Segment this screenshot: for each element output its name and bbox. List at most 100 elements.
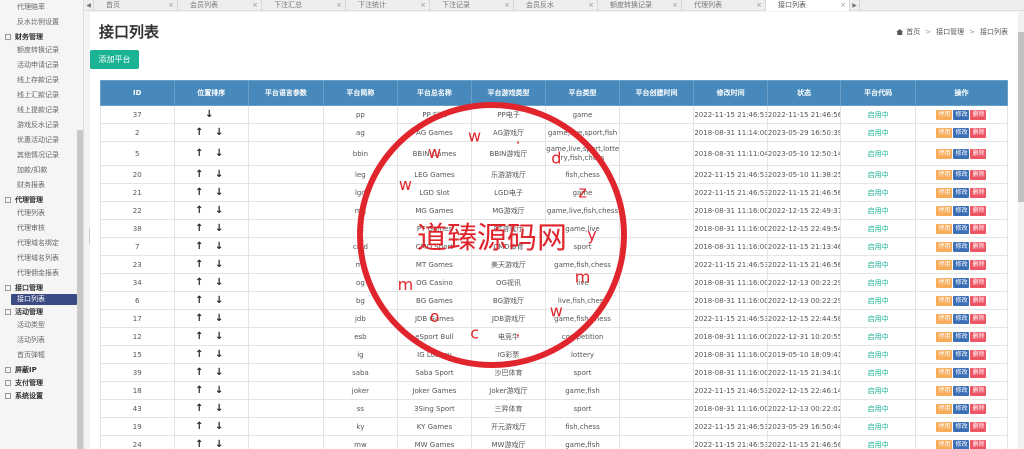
stop-button[interactable]: 停用 (936, 109, 953, 120)
delete-button[interactable]: 删除 (970, 205, 987, 216)
delete-button[interactable]: 删除 (970, 109, 987, 120)
tab-scroll-right-button[interactable]: ▶ (850, 0, 860, 11)
sidebar-item[interactable]: 代理赔率 (0, 0, 83, 15)
tab-close-icon[interactable]: × (504, 0, 510, 11)
sidebar-item[interactable]: 其他情况记录 (0, 148, 83, 163)
cell-sort[interactable]: ↑ ↓ (173, 399, 250, 418)
stop-button[interactable]: 停用 (936, 403, 953, 414)
tab-close-icon[interactable]: × (840, 0, 846, 11)
sidebar-item[interactable]: 额度转换记录 (0, 43, 83, 58)
tab-close-icon[interactable]: × (168, 0, 174, 11)
delete-button[interactable]: 删除 (970, 421, 987, 432)
edit-button[interactable]: 修改 (953, 109, 970, 120)
delete-button[interactable]: 删除 (970, 277, 987, 288)
sidebar-item[interactable]: 接口列表 (11, 294, 77, 305)
column-header[interactable]: 平台代码 (840, 80, 916, 106)
delete-button[interactable]: 删除 (970, 403, 987, 414)
tab[interactable]: 首页 × (94, 0, 178, 11)
tab[interactable]: 接口列表 × (766, 0, 850, 11)
tab-close-icon[interactable]: × (672, 0, 678, 11)
cell-sort[interactable]: ↑ ↓ (173, 291, 250, 310)
column-header[interactable]: 操作 (914, 80, 1009, 106)
cell-sort[interactable]: ↑ ↓ (173, 327, 250, 346)
cell-sort[interactable]: ↑ ↓ (173, 435, 250, 449)
delete-button[interactable]: 删除 (970, 367, 987, 378)
tab-close-icon[interactable]: × (588, 0, 594, 11)
delete-button[interactable]: 删除 (970, 295, 987, 306)
edit-button[interactable]: 修改 (953, 295, 970, 306)
stop-button[interactable]: 停用 (936, 313, 953, 324)
stop-button[interactable]: 停用 (936, 148, 953, 159)
edit-button[interactable]: 修改 (953, 241, 970, 252)
sidebar-group[interactable]: 接口管理 (0, 281, 83, 294)
tab[interactable]: 会员列表 × (178, 0, 262, 11)
tab-close-icon[interactable]: × (336, 0, 342, 11)
column-header[interactable]: 状态 (766, 80, 842, 106)
cell-sort[interactable]: ↑ ↓ (173, 237, 250, 256)
page-scrollbar-thumb[interactable] (1018, 32, 1024, 202)
edit-button[interactable]: 修改 (953, 148, 970, 159)
sidebar-item[interactable]: 活动类型 (0, 318, 83, 333)
cell-sort[interactable]: ↑ ↓ (173, 345, 250, 364)
sidebar-group[interactable]: 屏蔽IP (0, 363, 83, 376)
tab[interactable]: 会员反水 × (514, 0, 598, 11)
sidebar-group[interactable]: 财务管理 (0, 30, 83, 43)
cell-sort[interactable]: ↑ ↓ (173, 141, 250, 166)
edit-button[interactable]: 修改 (953, 403, 970, 414)
sidebar-item[interactable]: 首页弹框 (0, 348, 83, 363)
column-header[interactable]: ID (100, 80, 175, 106)
sidebar-item[interactable]: 代理审核 (0, 221, 83, 236)
sidebar-group[interactable]: 活动管理 (0, 305, 83, 318)
cell-sort[interactable]: ↑ ↓ (173, 183, 250, 202)
breadcrumb-parent[interactable]: 接口管理 (936, 27, 964, 37)
tab-close-icon[interactable]: × (756, 0, 762, 11)
sidebar-item[interactable]: 活动列表 (0, 333, 83, 348)
delete-button[interactable]: 删除 (970, 187, 987, 198)
delete-button[interactable]: 删除 (970, 439, 987, 449)
stop-button[interactable]: 停用 (936, 187, 953, 198)
delete-button[interactable]: 删除 (970, 349, 987, 360)
tab[interactable]: 下注汇总 × (262, 0, 346, 11)
delete-button[interactable]: 删除 (970, 169, 987, 180)
tab-close-icon[interactable]: × (420, 0, 426, 11)
edit-button[interactable]: 修改 (953, 127, 970, 138)
stop-button[interactable]: 停用 (936, 385, 953, 396)
delete-button[interactable]: 删除 (970, 259, 987, 270)
delete-button[interactable]: 删除 (970, 385, 987, 396)
cell-sort[interactable]: ↑ ↓ (173, 273, 250, 292)
column-header[interactable]: 平台创建时间 (618, 80, 695, 106)
delete-button[interactable]: 删除 (970, 127, 987, 138)
edit-button[interactable]: 修改 (953, 439, 970, 449)
sidebar-item[interactable]: 代理域名绑定 (0, 236, 83, 251)
stop-button[interactable]: 停用 (936, 295, 953, 306)
column-header[interactable]: 平台游戏类型 (470, 80, 547, 106)
cell-sort[interactable]: ↑ ↓ (173, 123, 250, 142)
sidebar-group[interactable]: 代理管理 (0, 193, 83, 206)
cell-sort[interactable]: ↑ ↓ (173, 219, 250, 238)
sidebar-group[interactable]: 系统设置 (0, 389, 83, 402)
sidebar-item[interactable]: 反水比例设置 (0, 15, 83, 30)
column-header[interactable]: 平台类型 (545, 80, 620, 106)
stop-button[interactable]: 停用 (936, 349, 953, 360)
sidebar-group[interactable]: 支付管理 (0, 376, 83, 389)
breadcrumb-home[interactable]: 首页 (906, 27, 920, 37)
sidebar-item[interactable]: 代理列表 (0, 206, 83, 221)
sidebar-item[interactable]: 代理佣金报表 (0, 266, 83, 281)
stop-button[interactable]: 停用 (936, 277, 953, 288)
column-header[interactable]: 修改时间 (693, 80, 768, 106)
delete-button[interactable]: 删除 (970, 331, 987, 342)
stop-button[interactable]: 停用 (936, 421, 953, 432)
column-header[interactable]: 平台语言参数 (248, 80, 324, 106)
tab-scroll-left-button[interactable]: ◀ (84, 0, 94, 11)
tab[interactable]: 下注记录 × (430, 0, 514, 11)
edit-button[interactable]: 修改 (953, 169, 970, 180)
stop-button[interactable]: 停用 (936, 331, 953, 342)
edit-button[interactable]: 修改 (953, 367, 970, 378)
edit-button[interactable]: 修改 (953, 205, 970, 216)
edit-button[interactable]: 修改 (953, 331, 970, 342)
cell-sort[interactable]: ↓ (173, 105, 250, 124)
delete-button[interactable]: 删除 (970, 241, 987, 252)
sidebar-item[interactable]: 代理域名列表 (0, 251, 83, 266)
page-scrollbar[interactable] (1018, 12, 1024, 449)
delete-button[interactable]: 删除 (970, 313, 987, 324)
